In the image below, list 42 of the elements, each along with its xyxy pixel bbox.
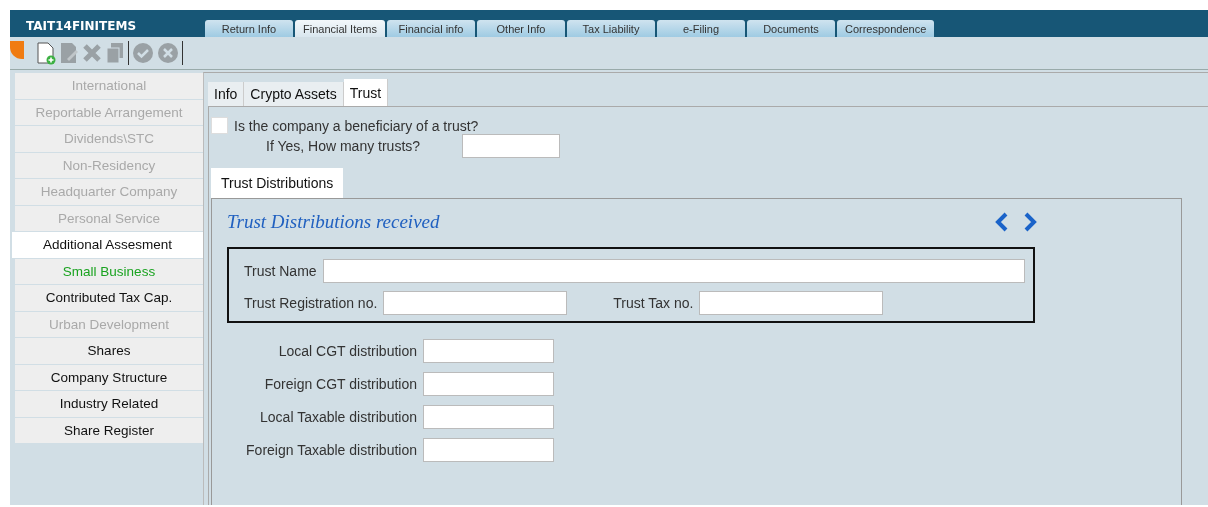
checkbox[interactable] [211,117,228,134]
tab[interactable]: Trust [343,79,389,106]
tab[interactable]: Crypto Assets [244,82,344,106]
input-field[interactable] [699,291,884,315]
tab[interactable]: Documents [747,20,835,37]
field-label: Trust Tax no. [613,295,694,311]
checkbox-label: Is the company a beneficiary of a trust? [234,117,479,134]
new-document-icon[interactable] [36,41,56,65]
input-field[interactable] [423,405,554,429]
field-label: Trust Name [244,263,317,279]
field-label: Foreign Taxable distribution [246,442,417,458]
tab[interactable]: Financial info [387,20,475,37]
input-field[interactable] [462,134,561,158]
input-field[interactable] [423,438,554,462]
tab[interactable]: e-Filing [657,20,745,37]
tab[interactable]: Info [208,82,245,106]
next-icon[interactable] [1023,212,1037,232]
sidebar-item[interactable]: Industry Related [15,391,203,417]
field-label: Local CGT distribution [278,343,417,359]
section-title: Trust Distributions received [227,211,440,233]
sidebar-item[interactable]: Company Structure [15,364,203,390]
corner-tab-icon [10,41,24,59]
tab[interactable]: Tax Liability [567,20,655,37]
input-field[interactable] [423,339,554,363]
previous-icon[interactable] [995,212,1009,232]
sidebar-item[interactable]: Additional Assesment [12,232,203,258]
field-label: If Yes, How many trusts? [266,138,421,154]
field-label: Foreign CGT distribution [264,376,417,392]
tab[interactable]: Financial Items [295,20,385,37]
sidebar-item[interactable]: Contributed Tax Cap. [15,285,203,311]
input-field[interactable] [322,259,1025,283]
tab[interactable]: Trust Distributions [211,168,344,198]
tab[interactable]: Return Info [205,20,293,37]
field-label: Trust Registration no. [244,295,378,311]
tab[interactable]: Other Info [477,20,565,37]
window-title: TAIT14FINITEMS [25,18,138,33]
sidebar-item[interactable]: Share Register [15,417,203,443]
input-field[interactable] [423,372,554,396]
sidebar-item[interactable]: Shares [15,338,203,364]
input-field[interactable] [383,291,568,315]
tab[interactable]: Correspondence [837,20,935,37]
field-label: Local Taxable distribution [260,409,417,425]
